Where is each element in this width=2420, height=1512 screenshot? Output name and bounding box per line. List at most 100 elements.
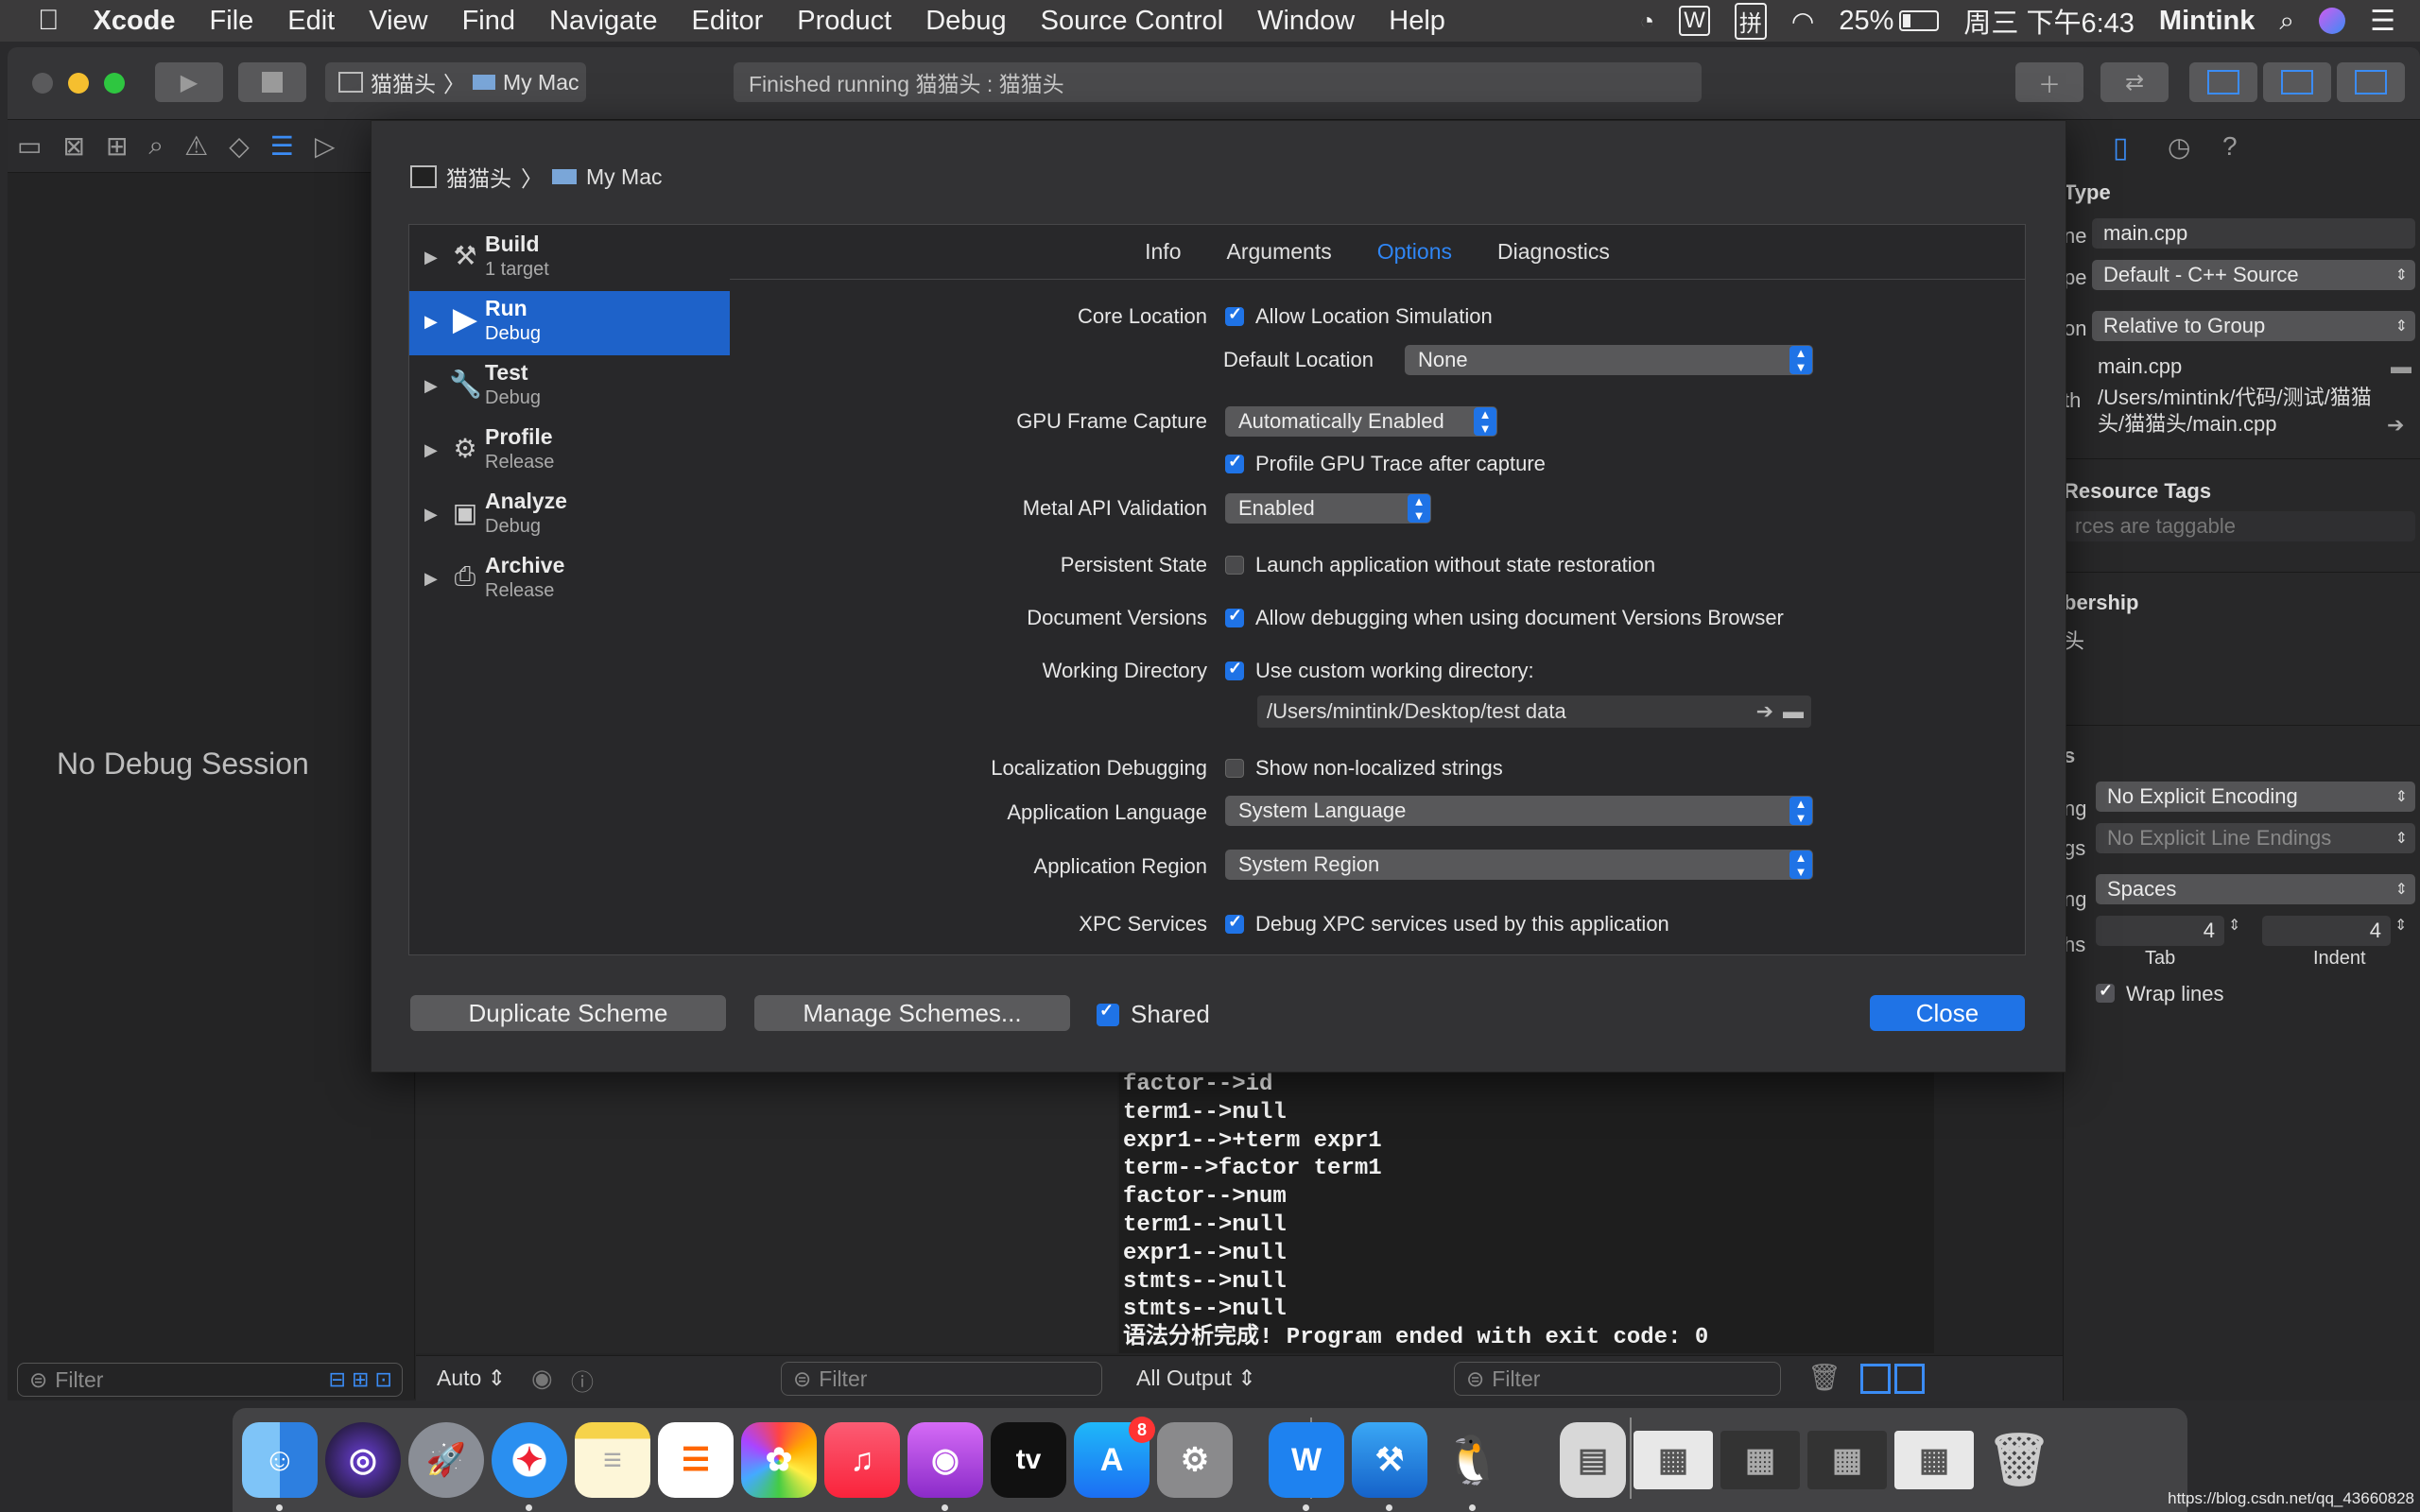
console-output[interactable]: factor-->id term1-->null expr1-->+term e… [1119, 1070, 1934, 1353]
working-directory-checkbox[interactable] [1225, 659, 1244, 680]
variables-filter-field[interactable]: ⊜ Filter [781, 1362, 1102, 1396]
wrap-lines-checkbox[interactable] [2096, 981, 2115, 1003]
application-language-popup[interactable]: System Language ▲ ▼ [1225, 796, 1813, 826]
tab-width-field[interactable]: 4 [2096, 916, 2224, 946]
file-inspector-icon[interactable]: ▯ [2113, 131, 2129, 164]
apple-icon[interactable]:  [38, 5, 60, 37]
disclosure-triangle-icon[interactable]: ▶ [424, 505, 438, 524]
library-button[interactable]: ＋ [2015, 62, 2083, 102]
localization-debugging-checkbox[interactable] [1225, 759, 1244, 778]
tab-width-stepper[interactable]: ⇕ [2228, 916, 2240, 935]
xpc-services-checkbox[interactable] [1225, 912, 1244, 934]
test-icon[interactable]: ◇ [229, 130, 250, 162]
sheet-breadcrumb[interactable]: 猫猫头 〉 My Mac [410, 161, 663, 193]
trash-icon[interactable]: 🗑 [1807, 1362, 1841, 1393]
wps-status-icon[interactable]: W [1679, 6, 1710, 36]
indent-width-stepper[interactable]: ⇕ [2394, 916, 2407, 935]
app-store-icon[interactable]: A 8 [1074, 1417, 1155, 1498]
name-field[interactable]: main.cpp [2092, 218, 2415, 249]
menu-help[interactable]: Help [1389, 6, 1445, 37]
menu-file[interactable]: File [210, 6, 254, 37]
minimize-window-button[interactable] [68, 73, 89, 94]
siri-icon[interactable] [2319, 8, 2346, 34]
tab-arguments[interactable]: Arguments [1227, 239, 1332, 265]
resource-tags-field[interactable]: rces are taggable [2064, 511, 2415, 541]
reveal-arrow-icon[interactable]: ➔ [1756, 699, 1773, 724]
action-profile[interactable]: ▶ ⚙ Profile Release [409, 420, 731, 484]
xcode-icon[interactable]: ⚒ [1352, 1422, 1427, 1511]
default-location-popup[interactable]: None ▲ ▼ [1405, 345, 1813, 375]
duplicate-scheme-button[interactable]: Duplicate Scheme [410, 995, 726, 1031]
reminders-icon[interactable]: ☰ [658, 1422, 734, 1498]
disclosure-triangle-icon[interactable]: ▶ [424, 312, 438, 332]
action-build[interactable]: ▶ ⚒ Build 1 target [409, 227, 731, 291]
toggle-inspector-button[interactable] [2337, 62, 2405, 102]
battery-icon[interactable] [1899, 10, 1940, 31]
user-name[interactable]: Mintink [2159, 6, 2256, 37]
tab-options[interactable]: Options [1377, 239, 1452, 265]
membership-item[interactable]: 头 [2064, 625, 2084, 655]
menu-xcode[interactable]: Xcode [94, 6, 176, 37]
trash-icon[interactable]: 🗑 [1981, 1422, 2057, 1498]
disclosure-triangle-icon[interactable]: ▶ [424, 440, 438, 460]
menu-debug[interactable]: Debug [925, 6, 1006, 37]
line-endings-popup[interactable]: No Explicit Line Endings ⇕ [2096, 823, 2415, 853]
allow-location-checkbox[interactable] [1225, 304, 1244, 326]
folder-icon[interactable]: ▬ [1783, 699, 1804, 724]
working-directory-path-field[interactable]: /Users/mintink/Desktop/test data ➔ ▬ [1257, 696, 1811, 728]
find-icon[interactable]: ⌕ [148, 130, 164, 162]
action-run[interactable]: ▶ ▶ Run Debug [409, 291, 731, 355]
info-icon[interactable]: ⓘ [571, 1364, 594, 1397]
application-region-popup[interactable]: System Region ▲ ▼ [1225, 850, 1813, 880]
history-icon[interactable]: ◷ [2168, 131, 2190, 163]
photos-icon[interactable]: ✿ [741, 1422, 817, 1498]
eye-icon[interactable]: ◉ [531, 1364, 553, 1393]
console-filter-field[interactable]: ⊜ Filter [1454, 1362, 1781, 1396]
type-popup[interactable]: Default - C++ Source ⇕ [2092, 260, 2415, 290]
minimized-window-icon[interactable]: ▦ [1807, 1431, 1887, 1489]
minimized-window-icon[interactable]: ▦ [1720, 1431, 1800, 1489]
minimized-window-icon[interactable]: ▦ [1894, 1431, 1974, 1489]
status-app-icon[interactable]: ◔ [1640, 7, 1655, 36]
folder-icon[interactable]: ▬ [2391, 354, 2411, 379]
split-right-icon[interactable] [1894, 1364, 1925, 1394]
safari-icon[interactable]: ✦ [492, 1422, 567, 1511]
filter-options-icon[interactable]: ⊟ ⊞ ⊡ [328, 1367, 392, 1392]
siri-icon[interactable]: ◎ [325, 1422, 401, 1498]
notification-center-icon[interactable]: ☰ [2370, 5, 2395, 38]
breakpoint-icon[interactable]: ▷ [315, 130, 336, 162]
qq-icon[interactable]: 🐧 [1435, 1422, 1511, 1511]
finder-icon[interactable]: ☺ [242, 1422, 318, 1511]
menu-navigate[interactable]: Navigate [549, 6, 657, 37]
disclosure-triangle-icon[interactable]: ▶ [424, 376, 438, 396]
shared-checkbox[interactable] [1097, 1001, 1119, 1026]
tab-info[interactable]: Info [1145, 239, 1181, 265]
warning-icon[interactable]: ⚠ [184, 130, 208, 162]
reveal-arrow-icon[interactable]: ➔ [2387, 413, 2404, 438]
output-popup[interactable]: All Output ⇕ [1136, 1366, 1256, 1391]
toggle-debug-area-button[interactable] [2263, 62, 2331, 102]
scheme-selector[interactable]: 猫猫头 〉 My Mac [325, 62, 586, 102]
run-button[interactable]: ▶ [155, 62, 223, 102]
clock[interactable]: 周三 下午6:43 [1963, 1, 2135, 41]
menu-window[interactable]: Window [1257, 6, 1355, 37]
apple-tv-icon[interactable]: tv [991, 1422, 1066, 1498]
navigator-filter-field[interactable]: ⊜ Filter ⊟ ⊞ ⊡ [17, 1363, 403, 1397]
code-review-button[interactable]: ⇄ [2100, 62, 2169, 102]
disclosure-triangle-icon[interactable]: ▶ [424, 569, 438, 589]
indent-using-popup[interactable]: Spaces ⇕ [2096, 874, 2415, 904]
menu-edit[interactable]: Edit [287, 6, 335, 37]
gpu-frame-capture-popup[interactable]: Automatically Enabled ▲ ▼ [1225, 406, 1497, 437]
action-analyze[interactable]: ▶ ▣ Analyze Debug [409, 484, 731, 548]
stop-button[interactable] [238, 62, 306, 102]
metal-api-validation-popup[interactable]: Enabled ▲ ▼ [1225, 493, 1431, 524]
split-left-icon[interactable] [1860, 1364, 1891, 1394]
disclosure-triangle-icon[interactable]: ▶ [424, 248, 438, 267]
source-control-icon[interactable]: ⊠ [62, 130, 84, 162]
zoom-window-button[interactable] [104, 73, 125, 94]
folder-icon[interactable]: ▭ [17, 130, 42, 162]
music-icon[interactable]: ♫ [824, 1422, 900, 1498]
symbol-icon[interactable]: ⊞ [106, 130, 128, 162]
wps-icon[interactable]: W [1269, 1422, 1344, 1511]
menu-view[interactable]: View [369, 6, 427, 37]
